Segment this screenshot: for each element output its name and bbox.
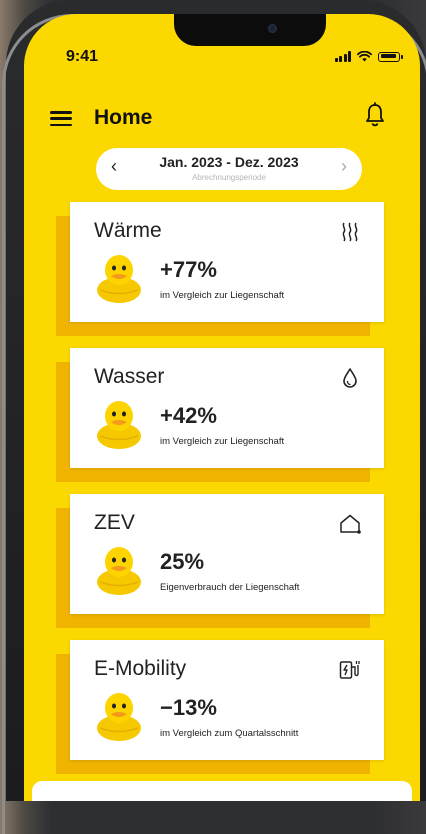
camera-notch bbox=[174, 14, 326, 46]
wifi-icon bbox=[357, 51, 372, 62]
phone-frame: 9:41 Home ‹ Jan. 2023 - Dez. 2023 Abrech… bbox=[2, 0, 426, 834]
ev-charger-icon bbox=[339, 661, 360, 679]
front-camera bbox=[268, 24, 277, 33]
card-value: +77% bbox=[160, 257, 217, 282]
card-zev: ZEV 25% Eigenverbrauch der Liegenschaft bbox=[56, 494, 384, 628]
card-waerme-body[interactable]: Wärme +77% im Vergleich zur Liegenschaft bbox=[70, 202, 384, 322]
card-waerme: Wärme +77% im Vergleich zur Liegenschaft bbox=[56, 202, 384, 336]
bottom-sheet bbox=[32, 781, 412, 801]
card-title: E-Mobility bbox=[94, 657, 187, 680]
card-caption: Eigenverbrauch der Liegenschaft bbox=[160, 582, 300, 593]
period-label: Abrechnungsperiode bbox=[192, 173, 266, 182]
duck-mascot-icon bbox=[97, 693, 141, 741]
card-caption: im Vergleich zur Liegenschaft bbox=[160, 436, 285, 447]
bell-icon[interactable] bbox=[364, 102, 386, 128]
card-title: ZEV bbox=[94, 511, 135, 534]
duck-mascot-icon bbox=[97, 255, 141, 303]
battery-icon bbox=[378, 51, 403, 62]
duck-mascot-icon bbox=[97, 547, 141, 595]
card-value: −13% bbox=[160, 695, 217, 720]
card-wasser: Wasser +42% im Vergleich zur Liegenschaf… bbox=[56, 348, 384, 482]
hamburger-menu-icon[interactable] bbox=[50, 111, 72, 126]
card-zev-body[interactable]: ZEV 25% Eigenverbrauch der Liegenschaft bbox=[70, 494, 384, 614]
card-value: +42% bbox=[160, 403, 217, 428]
app-screen: 9:41 Home ‹ Jan. 2023 - Dez. 2023 Abrech… bbox=[24, 14, 420, 801]
cellular-signal-icon bbox=[334, 51, 351, 62]
card-title: Wärme bbox=[94, 219, 162, 242]
water-drop-icon bbox=[343, 368, 357, 388]
duck-mascot-icon bbox=[97, 401, 141, 449]
card-caption: im Vergleich zum Quartalsschnitt bbox=[160, 728, 299, 739]
next-period-button[interactable]: › bbox=[334, 156, 354, 177]
page-title: Home bbox=[94, 106, 153, 129]
status-icons bbox=[334, 51, 403, 62]
house-icon bbox=[340, 514, 361, 534]
billing-period-selector: ‹ Jan. 2023 - Dez. 2023 Abrechnungsperio… bbox=[96, 148, 362, 190]
status-time: 9:41 bbox=[66, 48, 99, 65]
card-e-mobility-body[interactable]: E-Mobility −13% im Vergleich zum Quartal… bbox=[70, 640, 384, 760]
card-title: Wasser bbox=[94, 365, 165, 388]
heat-icon bbox=[342, 222, 358, 242]
card-e-mobility: E-Mobility −13% im Vergleich zum Quartal… bbox=[56, 640, 384, 774]
card-caption: im Vergleich zur Liegenschaft bbox=[160, 290, 285, 301]
card-wasser-body[interactable]: Wasser +42% im Vergleich zur Liegenschaf… bbox=[70, 348, 384, 468]
card-value: 25% bbox=[160, 549, 205, 574]
period-range: Jan. 2023 - Dez. 2023 bbox=[159, 154, 299, 170]
